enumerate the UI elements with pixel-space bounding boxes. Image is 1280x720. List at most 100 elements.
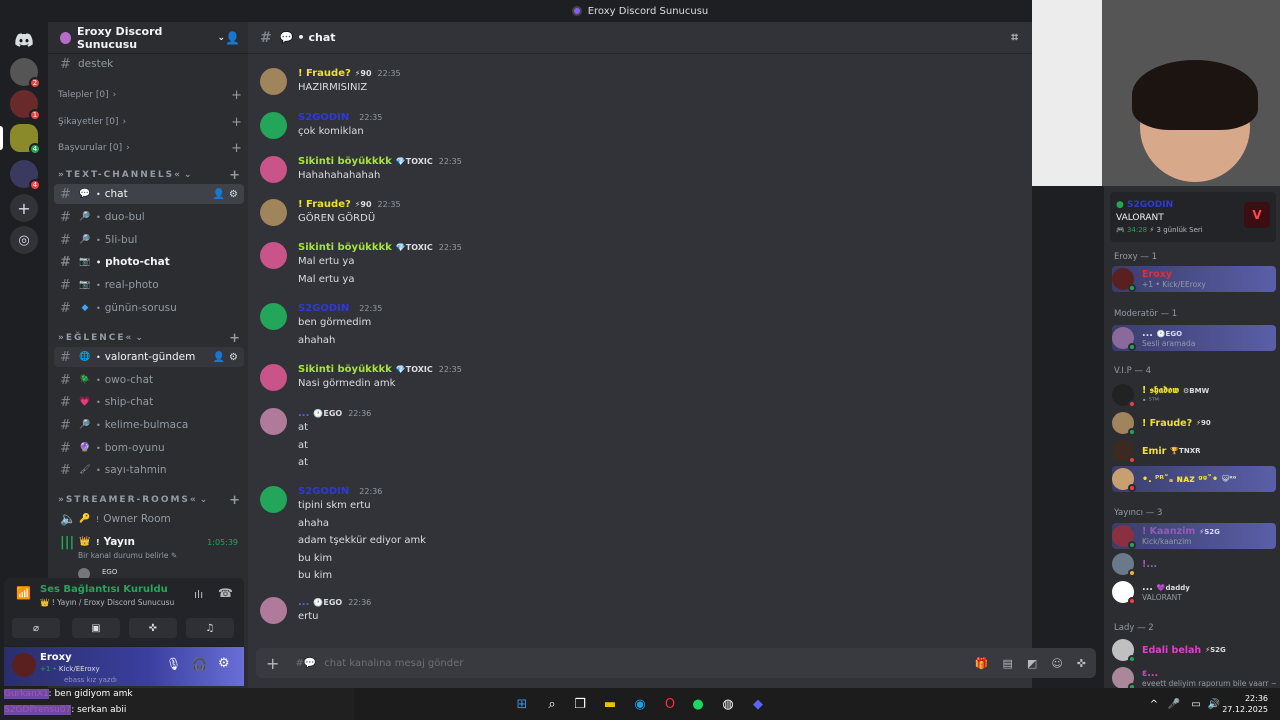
edge-icon[interactable]: ◉ — [632, 696, 648, 712]
member-item[interactable]: Emir 🏆TNXR — [1112, 438, 1276, 464]
avatar[interactable] — [260, 68, 287, 95]
obs-icon[interactable]: ◍ — [720, 696, 736, 712]
channel-bom-oyunu[interactable]: # 🔮 • bom-oyunu — [54, 438, 244, 458]
category-eglence[interactable]: »EĞLENCE« ⌄ + — [58, 331, 242, 346]
message-author[interactable]: ... — [298, 408, 309, 419]
add-channel-icon[interactable]: + — [229, 493, 242, 508]
channel-destek[interactable]: # destek — [54, 54, 244, 74]
category-talepler[interactable]: Talepler [0] › + — [58, 88, 242, 103]
gif-icon[interactable]: ▤ — [1003, 657, 1013, 670]
add-channel-icon[interactable]: + — [231, 115, 242, 130]
spotify-icon[interactable]: ● — [690, 696, 706, 712]
channel-gunun-sorusu[interactable]: # ◆ • günün-sorusu — [54, 298, 244, 318]
volume-icon[interactable]: 🔊 — [1206, 696, 1222, 712]
message-author[interactable]: ! Fraude? — [298, 199, 351, 210]
screen-share-button[interactable]: ▣ — [72, 618, 120, 638]
member-item[interactable]: ! 𝖘𝖍𝖆𝖉𝖔𝖜 ⚙BMW • ⁵ᵀᴹ — [1112, 382, 1276, 408]
channel-duo-bul[interactable]: # 🔎 • duo-bul — [54, 207, 244, 227]
gear-icon[interactable]: ⚙ — [229, 352, 238, 363]
discord-taskbar-icon[interactable]: ◆ — [750, 696, 766, 712]
add-attachment-icon[interactable]: + — [266, 654, 279, 673]
server-icon[interactable]: 1 — [10, 90, 41, 121]
headphones-icon[interactable]: 🎧 — [192, 657, 207, 671]
camera-off-button[interactable]: ⌀ — [12, 618, 60, 638]
invite-people-icon[interactable]: 👤 — [225, 31, 240, 45]
threads-icon[interactable]: ⌗ — [1011, 30, 1018, 45]
sticker-icon[interactable]: ◩ — [1027, 657, 1037, 670]
explore-icon[interactable]: ◎ — [10, 226, 38, 254]
add-server-icon[interactable]: + — [10, 194, 38, 222]
add-channel-icon[interactable]: + — [231, 141, 242, 156]
member-item[interactable]: !... — [1112, 551, 1276, 577]
category-text-channels[interactable]: »TEXT-CHANNELS« ⌄ + — [58, 168, 242, 183]
message-author[interactable]: Sikinti böyükkkk — [298, 364, 392, 375]
message-author[interactable]: S2GODIN — [298, 112, 349, 123]
microphone-icon[interactable]: 🎙 — [166, 657, 181, 671]
network-icon[interactable]: ▭ — [1188, 696, 1204, 712]
chevron-up-icon[interactable]: ^ — [1146, 696, 1162, 712]
voice-status[interactable]: Ses Bağlantısı Kuruldu — [40, 584, 168, 595]
channel-ship-chat[interactable]: # 💗 • ship-chat — [54, 392, 244, 412]
message-author[interactable]: ... — [298, 597, 309, 608]
channel-photo-chat[interactable]: # 📷 • photo-chat — [54, 252, 244, 272]
message-author[interactable]: Sikinti böyükkkk — [298, 242, 392, 253]
invite-icon[interactable]: 👤 — [213, 352, 225, 363]
activities-button[interactable]: ✜ — [129, 618, 177, 638]
member-item[interactable]: Eroxy +1 • Kick/EEroxy — [1112, 266, 1276, 292]
channel-status-hint[interactable]: Bir kanal durumu belirle ✎ — [78, 551, 177, 560]
apps-icon[interactable]: ✜ — [1077, 657, 1086, 670]
gear-icon[interactable]: ⚙ — [218, 656, 230, 671]
channel-valorant-gundem[interactable]: # 🌐 • valorant-gündem 👤 ⚙ — [54, 347, 244, 367]
gear-icon[interactable]: ⚙ — [229, 189, 238, 200]
avatar[interactable] — [260, 242, 287, 269]
avatar[interactable] — [260, 112, 287, 139]
gift-icon[interactable]: 🎁 — [975, 657, 989, 670]
member-item[interactable]: Edali belah ⚡S2G — [1112, 637, 1276, 663]
start-icon[interactable]: ⊞ — [514, 696, 530, 712]
message-input[interactable]: chat kanalına mesaj gönder — [324, 658, 463, 669]
member-item[interactable]: ! Kaanzim ⚡S2G Kick/kaanzim — [1112, 523, 1276, 549]
voice-location[interactable]: 👑 ! Yayın / Eroxy Discord Sunucusu — [40, 598, 174, 607]
member-item[interactable]: ... 💜daddy VALORANT — [1112, 579, 1276, 605]
invite-icon[interactable]: 👤 — [213, 189, 225, 200]
channel-real-photo[interactable]: # 📷 • real-photo — [54, 275, 244, 295]
search-icon[interactable]: ⌕ — [544, 696, 560, 712]
task-view-icon[interactable]: ❐ — [572, 696, 588, 712]
voice-user[interactable]: EGO — [78, 568, 117, 578]
server-icon[interactable]: 4 — [10, 160, 41, 191]
message-author[interactable]: S2GODIN — [298, 303, 349, 314]
voice-channel-yayin[interactable]: ||| 👑! Yayın 1:05:39 — [54, 532, 244, 552]
activity-card[interactable]: ● S2GODIN VALORANT 🎮 34:28 ⚡ 3 günlük Se… — [1110, 192, 1276, 242]
channel-owo-chat[interactable]: # 🪲 • owo-chat — [54, 370, 244, 390]
avatar[interactable] — [260, 199, 287, 226]
avatar[interactable] — [260, 486, 287, 513]
category-streamer-rooms[interactable]: »STREAMER-ROOMS« ⌄ + — [58, 493, 242, 508]
clock[interactable]: 22:36 27.12.2025 — [1222, 693, 1268, 715]
member-item[interactable]: ... 🕐EGO Sesli aramada — [1112, 325, 1276, 351]
message-author[interactable]: Sikinti böyükkkk — [298, 156, 392, 167]
disconnect-icon[interactable]: ☎ — [218, 586, 233, 600]
member-item[interactable]: •. ᴾᴿ˚ₐ ɴᴀᴢ ᵍᵍ˚• 😺ᴿᴳ — [1112, 466, 1276, 492]
voice-channel-owner-room[interactable]: 🔈 🔑! Owner Room — [54, 509, 244, 529]
avatar[interactable] — [12, 653, 36, 677]
server-icon[interactable]: 4 — [10, 124, 41, 155]
message-author[interactable]: ! Fraude? — [298, 68, 351, 79]
channel-chat[interactable]: # 💬 • chat 👤 ⚙ — [54, 184, 244, 204]
discord-home-icon[interactable] — [10, 26, 38, 54]
emoji-icon[interactable]: ☺ — [1051, 657, 1062, 670]
avatar[interactable] — [260, 597, 287, 624]
server-icon[interactable]: 2 — [10, 58, 41, 89]
add-channel-icon[interactable]: + — [229, 168, 242, 183]
add-channel-icon[interactable]: + — [231, 88, 242, 103]
category-basvurular[interactable]: Başvurular [0] › + — [58, 141, 242, 156]
add-channel-icon[interactable]: + — [229, 331, 242, 346]
category-sikayetler[interactable]: Şikayetler [0] › + — [58, 115, 242, 130]
server-header[interactable]: Eroxy Discord Sunucusu ⌄ 👤 — [48, 22, 248, 54]
member-item[interactable]: ! Fraude? ⚡90 — [1112, 410, 1276, 436]
avatar[interactable] — [260, 303, 287, 330]
microphone-tray-icon[interactable]: 🎤 — [1166, 696, 1182, 712]
channel-5li-bul[interactable]: # 🔎 • 5li-bul — [54, 230, 244, 250]
soundboard-button[interactable]: ♫ — [186, 618, 234, 638]
opera-icon[interactable]: O — [662, 696, 678, 712]
channel-kelime-bulmaca[interactable]: # 🔎 • kelime-bulmaca — [54, 415, 244, 435]
